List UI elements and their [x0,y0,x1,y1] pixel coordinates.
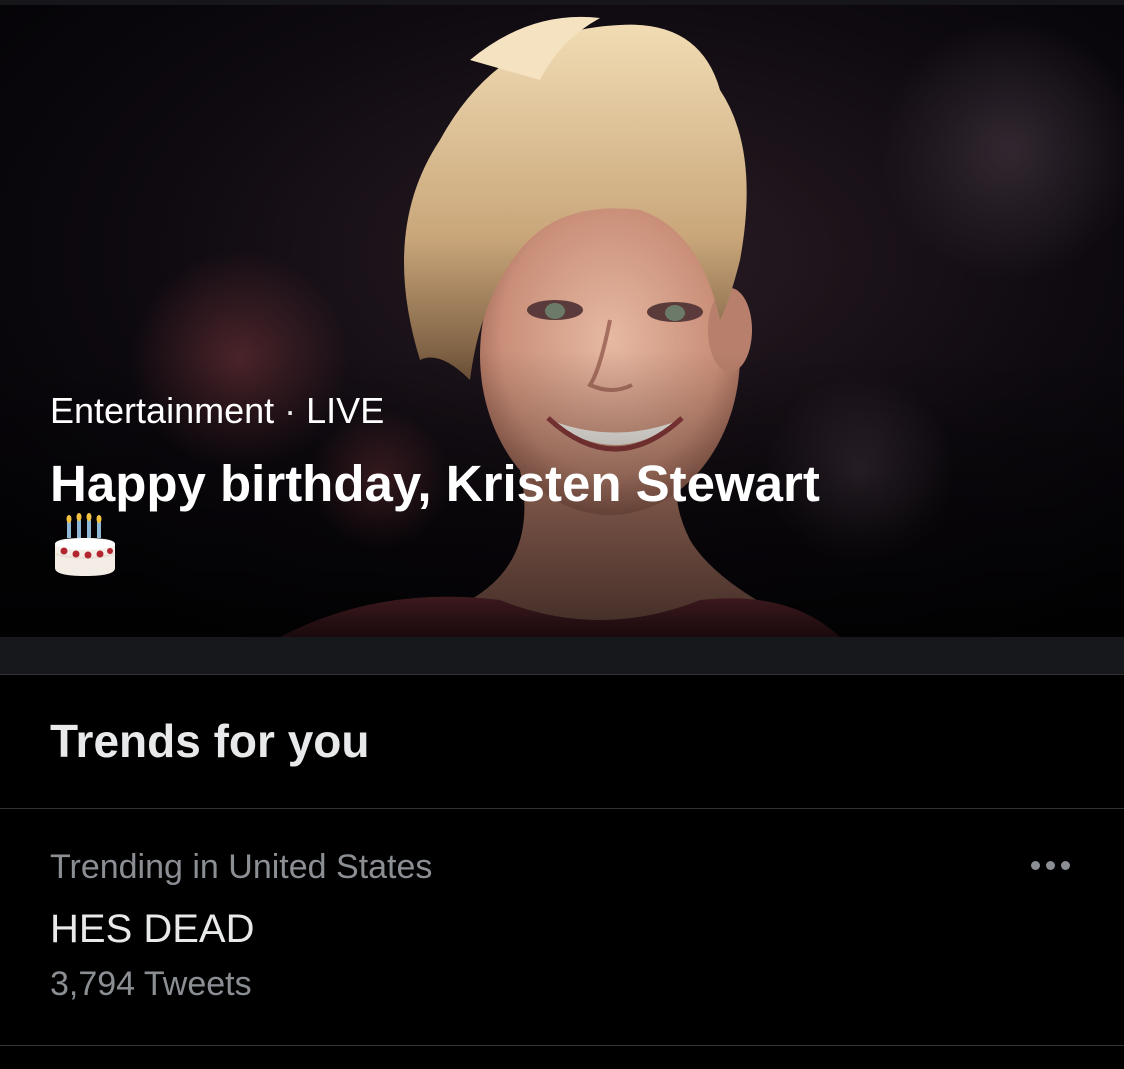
trends-section-header: Trends for you [0,675,1124,809]
hero-live-status: LIVE [306,390,385,431]
hero-meta: Entertainment · LIVE [50,388,1070,434]
hero-separator: · [284,390,297,431]
trend-context: Trending in United States [50,848,433,886]
hero-card[interactable]: Entertainment · LIVE Happy birthday, Kri… [0,0,1124,637]
trend-tweet-count: 3,794 Tweets [50,965,252,1003]
hero-category: Entertainment [50,390,275,431]
trend-item[interactable]: Trending in United States HES DEAD 3,794… [0,809,1124,1046]
hero-headline: Happy birthday, Kristen Stewart [50,455,820,512]
more-horizontal-icon [1030,860,1070,870]
trends-title: Trends for you [50,715,370,767]
birthday-cake-icon [54,513,116,576]
hero-text: Entertainment · LIVE Happy birthday, Kri… [50,388,1070,580]
trend-more-button[interactable] [1018,845,1082,885]
trend-name: HES DEAD [50,907,255,951]
section-separator [0,637,1124,675]
hero-top-divider [0,0,1124,5]
